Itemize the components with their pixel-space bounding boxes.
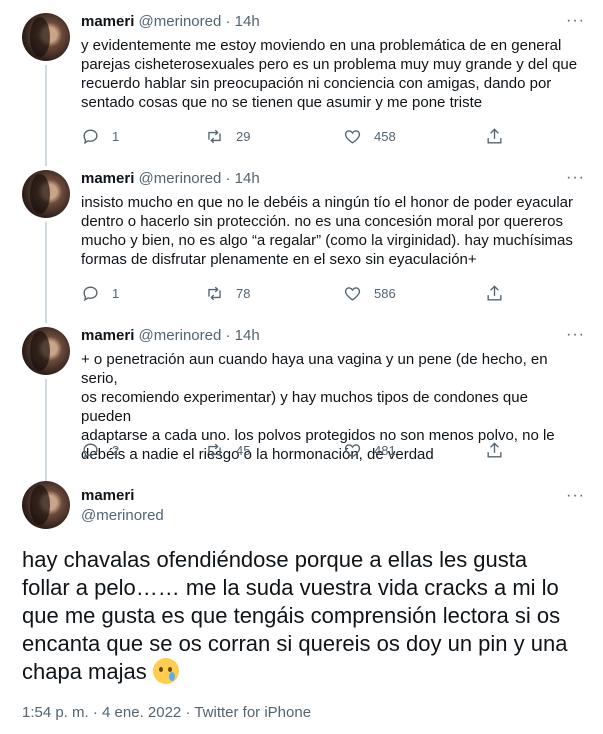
retweet-count: 78 xyxy=(236,286,251,301)
retweet-count: 45 xyxy=(236,443,251,458)
tweet-actions: 1 78 586 xyxy=(81,284,521,304)
like-button[interactable]: 458 xyxy=(343,127,396,146)
avatar[interactable] xyxy=(22,13,70,61)
share-button[interactable] xyxy=(485,441,504,460)
reply-icon xyxy=(83,286,98,302)
separator: · xyxy=(225,170,231,187)
reply-button[interactable]: 2 xyxy=(81,441,119,460)
display-name[interactable]: mameri xyxy=(81,487,134,504)
more-options-icon[interactable]: ··· xyxy=(566,487,585,505)
tweet[interactable]: mameri @merinored · 14h ··· y evidenteme… xyxy=(0,0,603,157)
timestamp[interactable]: 14h xyxy=(235,13,260,30)
display-name[interactable]: mameri xyxy=(81,13,134,30)
avatar[interactable] xyxy=(22,170,70,218)
reply-count: 1 xyxy=(112,129,120,144)
like-button[interactable]: 586 xyxy=(343,284,396,303)
retweet-count: 29 xyxy=(236,129,251,144)
thread-connector xyxy=(45,314,47,323)
tweet[interactable]: mameri @merinored · 14h ··· insisto much… xyxy=(0,157,603,314)
main-tweet-text: hay chavalas ofendiéndose porque a ellas… xyxy=(22,546,592,686)
reply-icon xyxy=(83,129,98,145)
reply-button[interactable]: 1 xyxy=(81,127,119,146)
tweet-text: y evidentemente me estoy moviendo en una… xyxy=(81,37,578,111)
like-button[interactable]: 481 xyxy=(343,441,396,460)
like-count: 458 xyxy=(374,129,396,144)
share-button[interactable] xyxy=(485,284,504,303)
share-icon xyxy=(487,442,502,458)
timestamp[interactable]: 14h xyxy=(235,327,260,344)
retweet-icon xyxy=(208,443,221,458)
retweet-button[interactable]: 45 xyxy=(205,441,250,460)
reply-count: 2 xyxy=(112,443,120,458)
retweet-button[interactable]: 78 xyxy=(205,284,250,303)
tweet-timestamp[interactable]: 1:54 p. m. · 4 ene. 2022 · Twitter for i… xyxy=(22,704,311,721)
display-name[interactable]: mameri xyxy=(81,170,134,187)
handle[interactable]: @merinored xyxy=(81,507,164,524)
heart-icon xyxy=(344,130,361,144)
heart-icon xyxy=(344,444,361,458)
main-tweet-body: hay chavalas ofendiéndose porque a ellas… xyxy=(22,547,568,684)
tweet-header: mameri @merinored · 14h xyxy=(81,327,260,344)
tweet-header: mameri @merinored · 14h xyxy=(81,13,260,30)
reply-count: 1 xyxy=(112,286,120,301)
avatar[interactable] xyxy=(22,481,70,529)
reply-icon xyxy=(83,443,98,459)
separator: · xyxy=(225,327,231,344)
share-button[interactable] xyxy=(485,127,504,146)
more-options-icon[interactable]: ··· xyxy=(566,12,585,30)
retweet-icon xyxy=(208,286,221,301)
thread-connector xyxy=(45,379,47,482)
tweet-actions: 2 45 481 xyxy=(81,441,521,461)
tweet-text: insisto mucho en que no le debéis a ning… xyxy=(81,194,574,268)
more-options-icon[interactable]: ··· xyxy=(566,169,585,187)
handle[interactable]: @merinored xyxy=(139,170,222,187)
retweet-icon xyxy=(208,129,221,144)
reply-button[interactable]: 1 xyxy=(81,284,119,303)
like-count: 586 xyxy=(374,286,396,301)
avatar[interactable] xyxy=(22,327,70,375)
tweet-actions: 1 29 458 xyxy=(81,127,521,147)
handle[interactable]: @merinored xyxy=(139,13,222,30)
face-holding-back-tears-icon xyxy=(152,658,179,684)
share-icon xyxy=(487,285,502,301)
thread-connector xyxy=(45,65,47,157)
share-icon xyxy=(487,128,502,144)
tweet[interactable]: mameri @merinored · 14h ··· + o penetrac… xyxy=(0,314,603,482)
timestamp[interactable]: 14h xyxy=(235,170,260,187)
tweet-header: mameri @merinored · 14h xyxy=(81,170,260,187)
like-count: 481 xyxy=(374,443,396,458)
separator: · xyxy=(225,13,231,30)
thread-connector xyxy=(45,157,47,166)
more-options-icon[interactable]: ··· xyxy=(566,326,585,344)
handle[interactable]: @merinored xyxy=(139,327,222,344)
retweet-button[interactable]: 29 xyxy=(205,127,250,146)
display-name[interactable]: mameri xyxy=(81,327,134,344)
heart-icon xyxy=(344,287,361,301)
thread-connector xyxy=(45,222,47,314)
